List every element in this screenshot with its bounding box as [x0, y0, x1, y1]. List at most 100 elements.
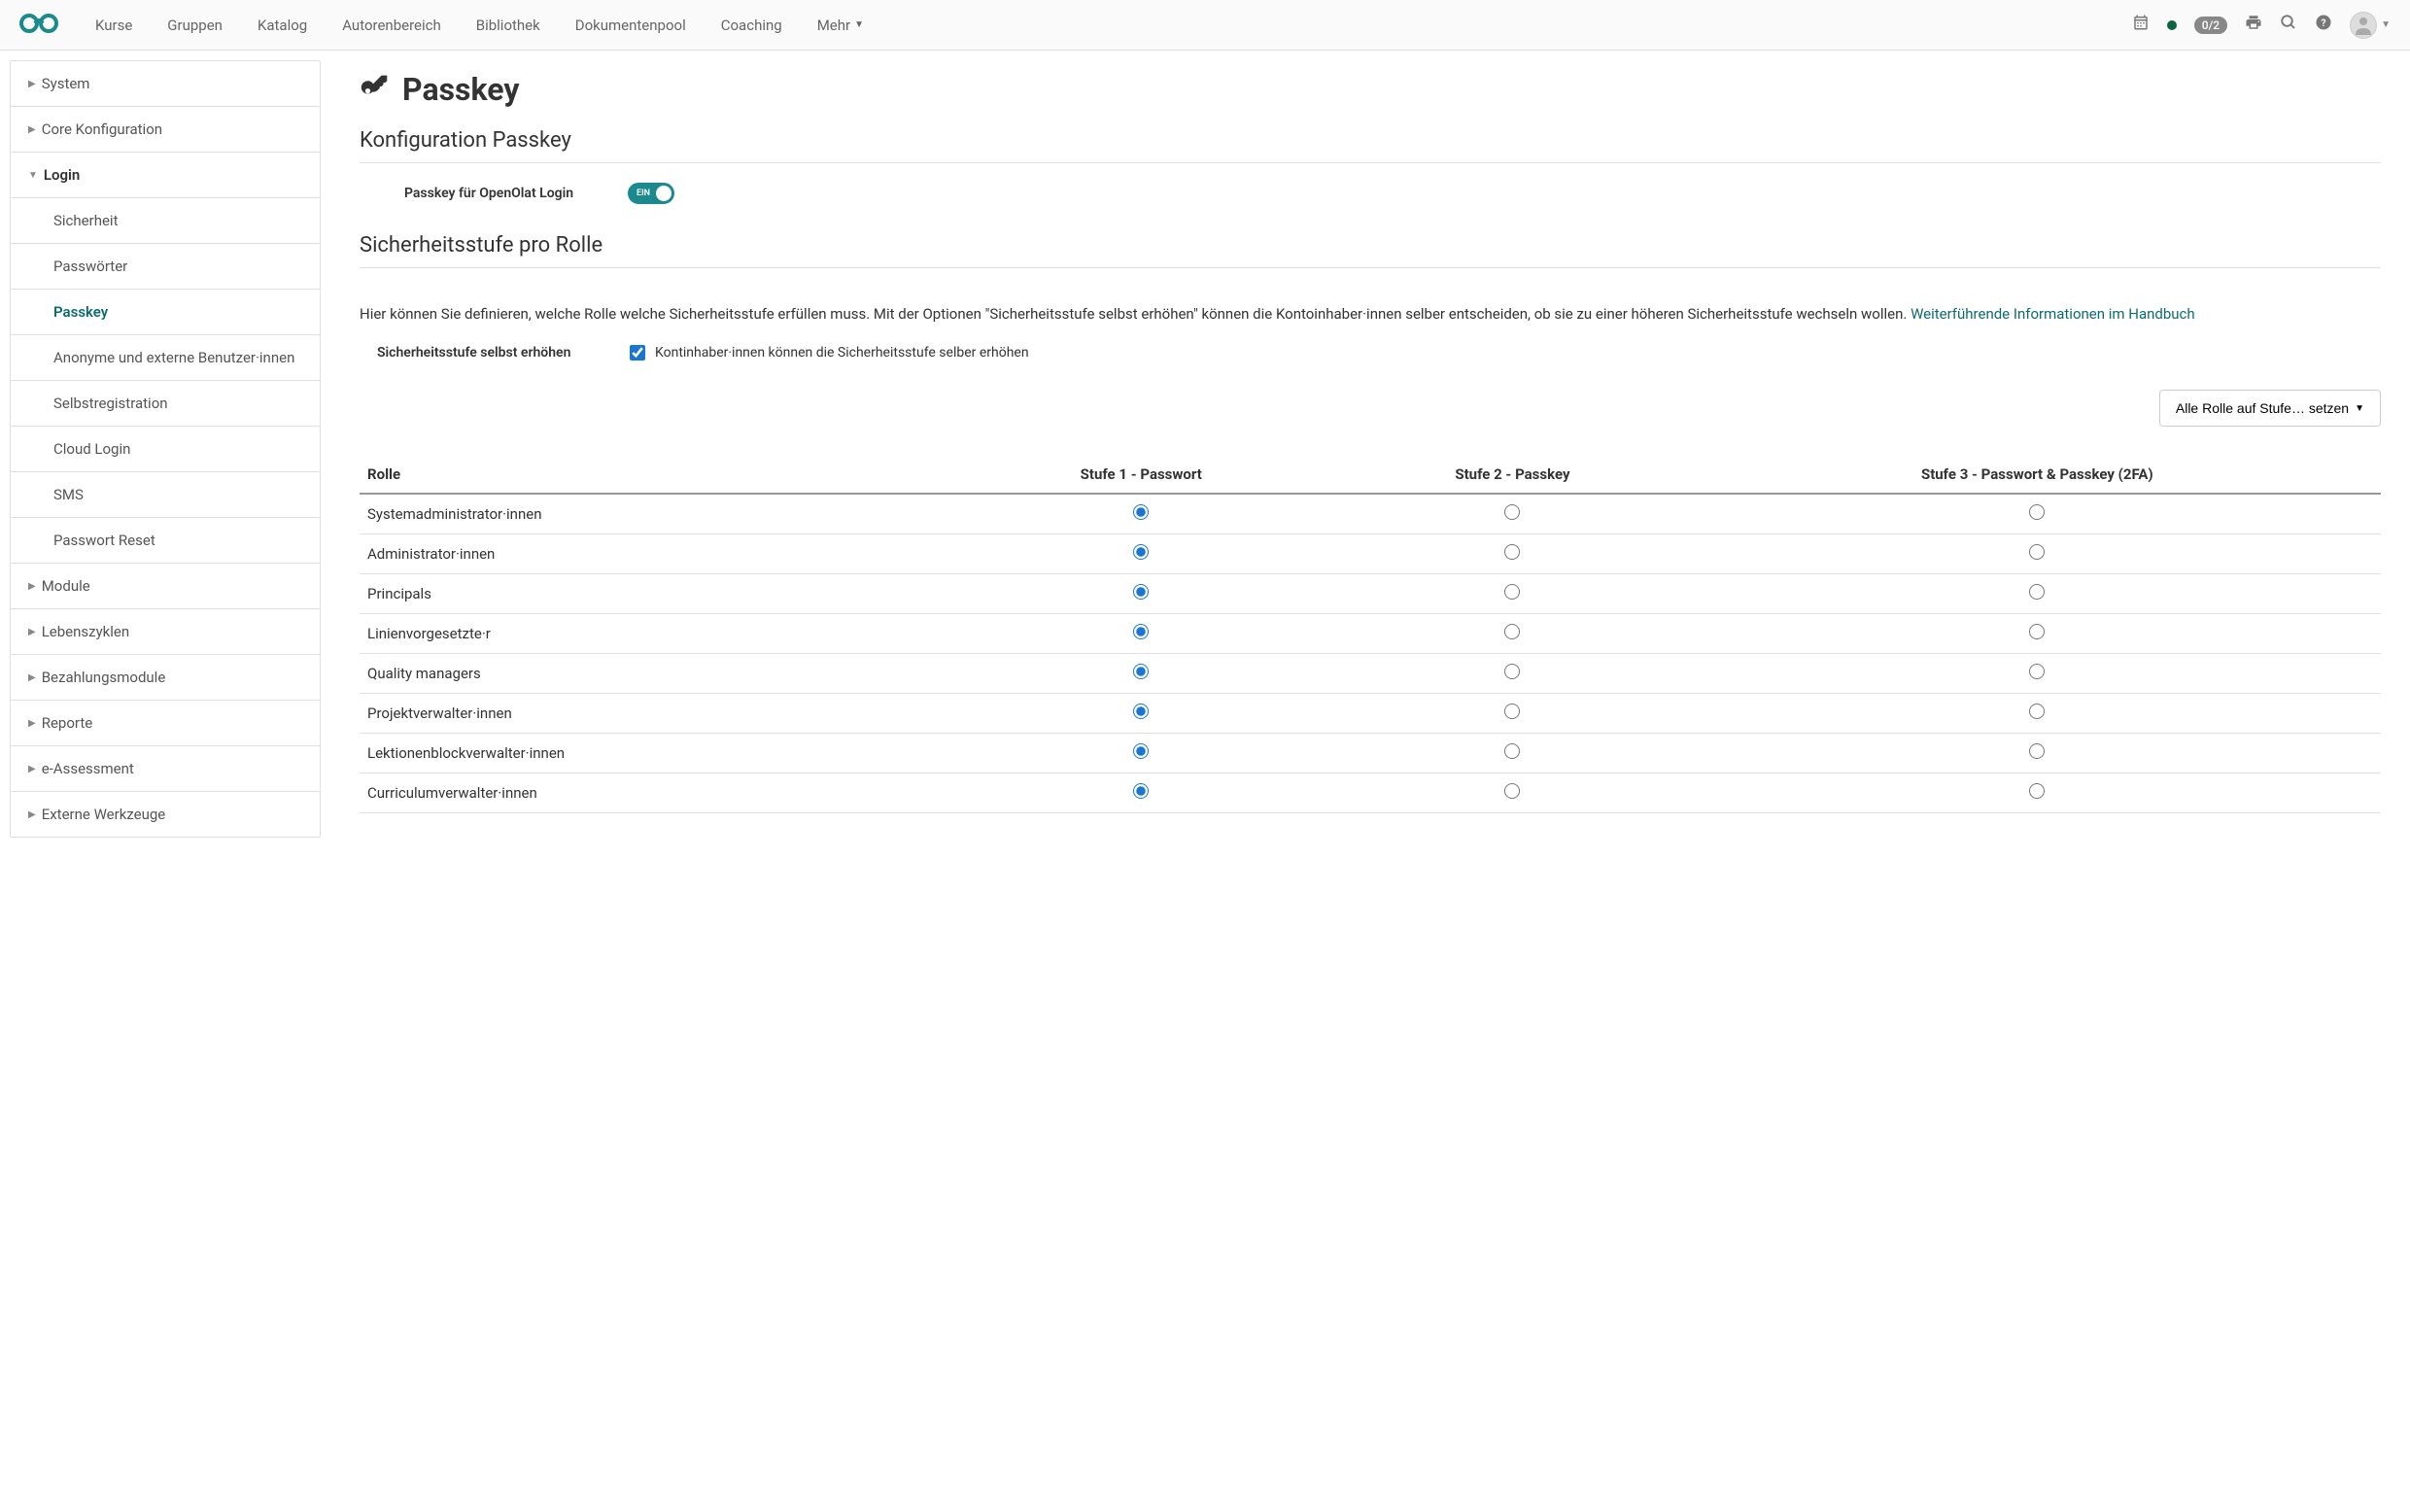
role-name: Lektionenblockverwalter·innen — [360, 734, 950, 773]
role-level-radio[interactable] — [1133, 704, 1149, 719]
sidebar-anonyme[interactable]: Anonyme und externe Benutzer·innen — [11, 335, 320, 381]
role-level-cell — [1331, 494, 1693, 534]
sidebar-cloud-login[interactable]: Cloud Login — [11, 427, 320, 472]
role-name: Principals — [360, 574, 950, 614]
page-title-text: Passkey — [402, 71, 519, 108]
section-config: Konfiguration Passkey — [360, 128, 2381, 163]
section-security-level: Sicherheitsstufe pro Rolle — [360, 233, 2381, 268]
passkey-toggle[interactable]: EIN — [628, 183, 674, 204]
sidebar-eassessment[interactable]: ▶e-Assessment — [11, 746, 320, 792]
nav-kurse[interactable]: Kurse — [78, 2, 150, 49]
nav-autorenbereich[interactable]: Autorenbereich — [325, 2, 459, 49]
role-level-radio[interactable] — [1133, 783, 1149, 799]
nav-katalog[interactable]: Katalog — [240, 2, 325, 49]
nav-coaching[interactable]: Coaching — [704, 2, 800, 49]
th-level3: Stufe 3 - Passwort & Passkey (2FA) — [1694, 456, 2381, 494]
handbook-link[interactable]: Weiterführende Informationen im Handbuch — [1911, 305, 2195, 323]
caret-down-icon: ▼ — [2381, 19, 2391, 30]
nav-gruppen[interactable]: Gruppen — [150, 2, 240, 49]
role-level-radio[interactable] — [1504, 783, 1520, 799]
sidebar-passworter[interactable]: Passwörter — [11, 244, 320, 290]
role-level-cell — [1331, 694, 1693, 734]
role-level-radio[interactable] — [1504, 624, 1520, 639]
dropdown-row: Alle Rolle auf Stufe… setzen ▼ — [360, 390, 2381, 427]
caret-right-icon: ▶ — [28, 124, 36, 135]
role-level-radio[interactable] — [1133, 504, 1149, 520]
self-raise-checkbox[interactable] — [630, 345, 645, 361]
role-level-radio[interactable] — [2029, 704, 2045, 719]
table-row: Principals — [360, 574, 2381, 614]
role-level-radio[interactable] — [1504, 664, 1520, 679]
sidebar-item-label: Lebenszyklen — [42, 623, 129, 640]
role-level-cell — [950, 773, 1331, 813]
help-icon[interactable]: ? — [2315, 14, 2332, 36]
role-level-cell — [950, 654, 1331, 694]
sidebar-lebenszyklen[interactable]: ▶ Lebenszyklen — [11, 609, 320, 655]
role-level-radio[interactable] — [2029, 584, 2045, 600]
table-row: Quality managers — [360, 654, 2381, 694]
toggle-label: Passkey für OpenOlat Login — [404, 186, 599, 201]
role-level-cell — [950, 534, 1331, 574]
role-name: Linienvorgesetzte·r — [360, 614, 950, 654]
sidebar-system[interactable]: ▶System — [11, 61, 320, 107]
role-level-cell — [1331, 654, 1693, 694]
role-level-radio[interactable] — [1133, 664, 1149, 679]
role-level-radio[interactable] — [2029, 544, 2045, 560]
sidebar-sms[interactable]: SMS — [11, 472, 320, 518]
self-raise-label: Sicherheitsstufe selbst erhöhen — [377, 345, 601, 361]
role-level-cell — [1694, 654, 2381, 694]
sidebar-passwort-reset[interactable]: Passwort Reset — [11, 518, 320, 564]
role-level-radio[interactable] — [1133, 743, 1149, 759]
status-indicator — [2167, 20, 2177, 30]
role-level-radio[interactable] — [2029, 504, 2045, 520]
role-level-radio[interactable] — [1504, 743, 1520, 759]
main-content: Passkey Konfiguration Passkey Passkey fü… — [330, 51, 2410, 847]
sidebar-selbstregistration[interactable]: Selbstregistration — [11, 381, 320, 427]
sidebar-bezahlungsmodule[interactable]: ▶Bezahlungsmodule — [11, 655, 320, 701]
sidebar-item-label: Module — [42, 577, 90, 595]
role-level-radio[interactable] — [1504, 544, 1520, 560]
role-level-radio[interactable] — [1133, 624, 1149, 639]
sidebar-passkey[interactable]: Passkey — [11, 290, 320, 335]
set-all-roles-dropdown[interactable]: Alle Rolle auf Stufe… setzen ▼ — [2159, 390, 2381, 427]
toggle-state: EIN — [629, 189, 650, 198]
sidebar-login[interactable]: ▼Login — [11, 153, 320, 198]
role-level-cell — [1694, 694, 2381, 734]
role-level-radio[interactable] — [2029, 743, 2045, 759]
sidebar-module[interactable]: ▶Module — [11, 564, 320, 609]
notification-badge[interactable]: 0/2 — [2194, 17, 2227, 34]
role-level-cell — [1694, 614, 2381, 654]
nav-bibliothek[interactable]: Bibliothek — [459, 2, 558, 49]
role-name: Projektverwalter·innen — [360, 694, 950, 734]
table-row: Lektionenblockverwalter·innen — [360, 734, 2381, 773]
role-level-radio[interactable] — [2029, 624, 2045, 639]
role-level-radio[interactable] — [2029, 664, 2045, 679]
user-menu[interactable]: ▼ — [2350, 12, 2391, 39]
sidebar-externe-werkzeuge[interactable]: ▶Externe Werkzeuge — [11, 792, 320, 837]
nav-more[interactable]: Mehr ▼ — [800, 2, 881, 49]
role-level-radio[interactable] — [1133, 584, 1149, 600]
role-level-radio[interactable] — [1504, 504, 1520, 520]
search-icon[interactable] — [2280, 14, 2297, 36]
sidebar: ▶System ▶Core Konfiguration ▼Login Siche… — [10, 60, 321, 838]
sidebar-reporte[interactable]: ▶Reporte — [11, 701, 320, 746]
role-level-cell — [1694, 773, 2381, 813]
th-role: Rolle — [360, 456, 950, 494]
sidebar-core-config[interactable]: ▶Core Konfiguration — [11, 107, 320, 153]
print-icon[interactable] — [2245, 14, 2262, 36]
role-level-cell — [1694, 494, 2381, 534]
key-icon — [360, 70, 391, 109]
table-row: Curriculumverwalter·innen — [360, 773, 2381, 813]
sidebar-sicherheit[interactable]: Sicherheit — [11, 198, 320, 244]
role-level-radio[interactable] — [1504, 704, 1520, 719]
nav-dokumentenpool[interactable]: Dokumentenpool — [558, 2, 704, 49]
caret-right-icon: ▶ — [28, 627, 36, 637]
logo[interactable] — [19, 12, 58, 39]
role-level-radio[interactable] — [1133, 544, 1149, 560]
role-level-cell — [950, 734, 1331, 773]
calendar-icon[interactable] — [2132, 14, 2150, 36]
role-name: Systemadministrator·innen — [360, 494, 950, 534]
table-row: Administrator·innen — [360, 534, 2381, 574]
role-level-radio[interactable] — [2029, 783, 2045, 799]
role-level-radio[interactable] — [1504, 584, 1520, 600]
